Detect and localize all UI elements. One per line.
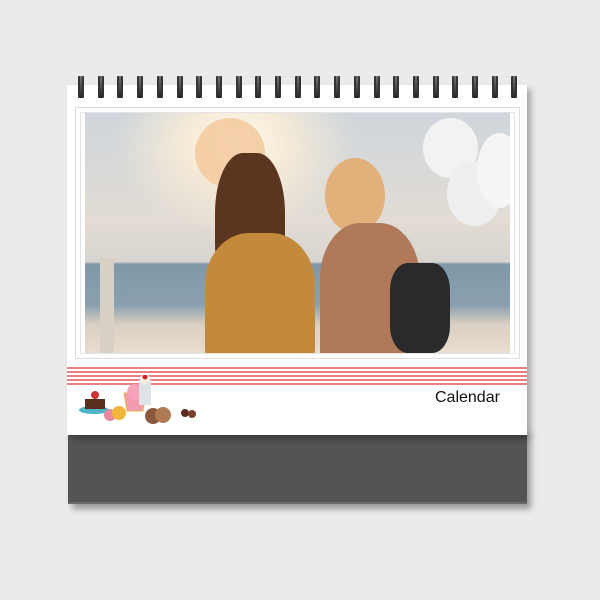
binding-ring bbox=[137, 76, 144, 98]
desserts-illustration-icon bbox=[79, 375, 196, 424]
binding-ring bbox=[215, 76, 222, 98]
spiral-binding bbox=[78, 76, 518, 100]
calendar-title: Calendar bbox=[435, 389, 500, 406]
binding-ring bbox=[373, 76, 380, 98]
woman-left-dress bbox=[205, 233, 315, 353]
binding-ring bbox=[334, 76, 341, 98]
binding-ring bbox=[314, 76, 321, 98]
railing-post bbox=[100, 258, 114, 353]
binding-ring bbox=[452, 76, 459, 98]
photo-image bbox=[85, 113, 510, 353]
binding-ring bbox=[255, 76, 262, 98]
binding-ring bbox=[235, 76, 242, 98]
binding-ring bbox=[393, 76, 400, 98]
binding-ring bbox=[176, 76, 183, 98]
backpack bbox=[390, 263, 450, 353]
binding-ring bbox=[97, 76, 104, 98]
calendar-stand-base bbox=[68, 430, 527, 504]
binding-ring bbox=[156, 76, 163, 98]
binding-ring bbox=[432, 76, 439, 98]
binding-ring bbox=[412, 76, 419, 98]
binding-ring bbox=[117, 76, 124, 98]
binding-ring bbox=[491, 76, 498, 98]
binding-ring bbox=[511, 76, 518, 98]
binding-ring bbox=[78, 76, 84, 98]
calendar-page: Calendar bbox=[67, 85, 527, 435]
binding-ring bbox=[353, 76, 360, 98]
binding-ring bbox=[196, 76, 203, 98]
binding-ring bbox=[294, 76, 301, 98]
binding-ring bbox=[275, 76, 281, 98]
binding-ring bbox=[472, 76, 478, 98]
woman-right-head bbox=[325, 158, 385, 233]
